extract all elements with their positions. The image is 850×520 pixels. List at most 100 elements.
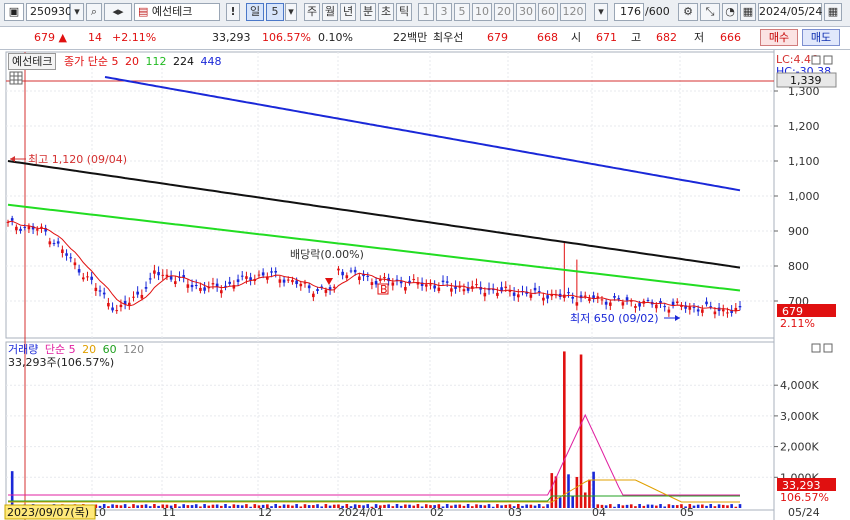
- candle-body: [270, 271, 273, 273]
- candle-body: [161, 274, 165, 276]
- candle-body: [433, 285, 436, 289]
- volume-bar: [696, 504, 700, 508]
- num-10-button[interactable]: 10: [472, 3, 492, 21]
- period-dropdown-icon[interactable]: ▾: [285, 3, 297, 21]
- candle-body: [69, 257, 73, 259]
- candle-body: [23, 226, 27, 228]
- prev-next-icon[interactable]: ◂▸: [104, 3, 132, 21]
- volume-bar: [391, 506, 395, 508]
- volume-title: 거래량: [8, 343, 39, 356]
- period-second-tab[interactable]: 초: [378, 3, 394, 21]
- volume-panel-header: 거래량 단순 5 20 60 120 33,293주(106.57%): [8, 343, 144, 369]
- candle-body: [199, 287, 202, 291]
- calendar-icon[interactable]: ▦: [824, 3, 842, 21]
- menu-icon[interactable]: ▣: [4, 3, 24, 21]
- bell-icon[interactable]: ◔: [722, 3, 738, 21]
- candle-body: [186, 284, 190, 288]
- code-dropdown-icon[interactable]: ▾: [70, 3, 84, 21]
- volume-bar: [546, 504, 549, 508]
- candle-body: [546, 295, 549, 299]
- grid-icon[interactable]: ▦: [740, 3, 756, 21]
- volume-bar: [190, 505, 194, 508]
- candle-body: [274, 271, 278, 273]
- candle-body: [337, 268, 340, 271]
- candle-body: [726, 312, 729, 314]
- num-1-button[interactable]: 1: [418, 3, 434, 21]
- volume-ratio: 106.57%: [262, 31, 311, 44]
- period-year-tab[interactable]: 년: [340, 3, 356, 21]
- candle-body: [115, 310, 119, 312]
- candle-body: [483, 292, 487, 297]
- candle-body: [140, 294, 144, 299]
- stock-code-input[interactable]: 250930: [26, 3, 72, 21]
- settings-icon[interactable]: ⚙: [678, 3, 698, 21]
- num-120-button[interactable]: 120: [560, 3, 586, 21]
- candle-body: [445, 281, 449, 283]
- candle-body: [19, 228, 22, 231]
- sell-button[interactable]: 매도: [802, 29, 840, 46]
- volume-bar: [123, 504, 127, 508]
- volume-bar: [119, 505, 123, 508]
- period-day-tab[interactable]: 일: [246, 3, 264, 21]
- num-30-button[interactable]: 30: [516, 3, 536, 21]
- ma-224-label: 224: [172, 55, 194, 68]
- buy-button[interactable]: 매수: [760, 29, 798, 46]
- vol-ma-label: 단순 5: [44, 343, 76, 356]
- x-label: 2024/01: [338, 506, 384, 519]
- candle-body: [462, 289, 466, 292]
- low-label: 저: [694, 31, 705, 44]
- count-dropdown-icon[interactable]: ▾: [594, 3, 608, 21]
- dividend-annotation-text: 배당락(0.00%): [290, 248, 364, 261]
- volume-bar: [328, 505, 332, 508]
- price-tick-label: 800: [788, 260, 809, 273]
- volume-bar: [642, 505, 646, 508]
- stock-chart[interactable]: 최고 1,120 (09/04) 최저 650 (09/02) 배당락(0.00…: [0, 50, 850, 520]
- x-label: 03: [508, 506, 522, 519]
- panel-grid-icon[interactable]: [9, 71, 23, 85]
- candle-body: [15, 226, 18, 231]
- period-num-field[interactable]: 5: [266, 3, 284, 21]
- period-minute-tab[interactable]: 분: [360, 3, 376, 21]
- volume-bar: [199, 506, 202, 508]
- volume-bar: [659, 504, 662, 508]
- top-price-badge: 1,339: [776, 72, 837, 88]
- period-tick-tab[interactable]: 틱: [396, 3, 412, 21]
- stock-tab[interactable]: 예선테크: [8, 53, 57, 70]
- volume-bar: [491, 506, 495, 508]
- volume-bar: [621, 505, 625, 508]
- volume-bar: [211, 504, 215, 508]
- volume-bar: [295, 504, 298, 508]
- search-icon[interactable]: ⌕: [86, 3, 102, 21]
- candle-body: [621, 302, 625, 306]
- chart-toolbar: ▣ 250930 ▾ ⌕ ◂▸ ▤ 예선테크 ! 일 5 ▾ 주 월 년 분 초…: [0, 0, 850, 27]
- candle-body: [404, 287, 407, 291]
- date-field[interactable]: 2024/05/24: [758, 3, 822, 21]
- num-3-button[interactable]: 3: [436, 3, 452, 21]
- candle-body: [102, 292, 106, 295]
- candle-body: [236, 279, 240, 282]
- candle-body: [90, 276, 93, 280]
- volume-bar: [730, 504, 733, 508]
- candle-body: [278, 279, 282, 283]
- display-count-total: /600: [645, 5, 670, 18]
- candle-body: [240, 275, 244, 277]
- candle-body: [203, 287, 206, 291]
- candle-body: [98, 290, 102, 292]
- period-month-tab[interactable]: 월: [322, 3, 338, 21]
- stock-name-field[interactable]: ▤ 예선테크: [134, 3, 220, 21]
- display-count-field[interactable]: 176: [614, 3, 644, 21]
- vol-ma20-label: 20: [82, 343, 97, 356]
- candle-body: [638, 303, 641, 307]
- candle-body: [341, 271, 344, 276]
- volume-badge-rate: 106.57%: [780, 491, 829, 504]
- price-change: 14: [88, 31, 102, 44]
- candle-body: [286, 279, 290, 281]
- period-week-tab[interactable]: 주: [304, 3, 320, 21]
- top-price-badge-text: 1,339: [790, 74, 822, 87]
- num-60-button[interactable]: 60: [538, 3, 558, 21]
- volume-value: 33,293: [212, 31, 251, 44]
- num-20-button[interactable]: 20: [494, 3, 514, 21]
- chart-tool-icon[interactable]: ⤡: [700, 3, 720, 21]
- num-5-button[interactable]: 5: [454, 3, 470, 21]
- alert-button[interactable]: !: [226, 3, 240, 21]
